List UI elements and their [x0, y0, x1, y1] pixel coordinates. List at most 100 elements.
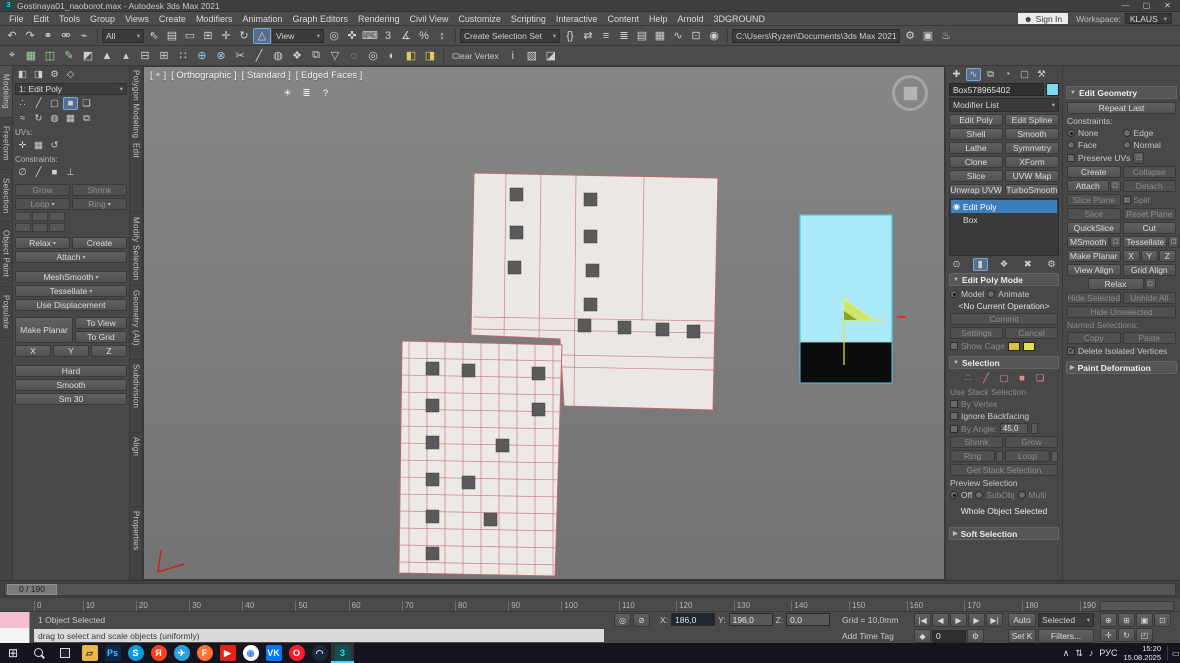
menu-item[interactable]: Create — [154, 14, 191, 24]
quickslice-button[interactable]: QuickSlice — [1067, 222, 1121, 234]
create-button[interactable]: Create — [72, 237, 127, 249]
border-mode-icon[interactable]: ▢ — [47, 97, 62, 110]
settings-button[interactable]: Settings — [950, 327, 1003, 339]
menu-item[interactable]: Customize — [453, 14, 506, 24]
time-slider-track[interactable]: 0 / 190 — [4, 583, 1176, 596]
loop-button[interactable]: Loop — [15, 198, 70, 210]
taskbar-3dsmax-icon[interactable]: 3 — [331, 643, 354, 663]
hard-edges-button[interactable]: Hard — [15, 365, 127, 377]
chamfer-icon[interactable]: ◩ — [79, 48, 97, 64]
cage-selected-color-swatch[interactable] — [1023, 342, 1035, 351]
menu-item[interactable]: Tools — [54, 14, 85, 24]
menu-item[interactable]: Interactive — [551, 14, 603, 24]
value-spinner[interactable] — [49, 223, 65, 232]
by-angle-checkbox[interactable] — [950, 425, 958, 433]
ribbon-section-label[interactable]: Geometry (All) — [130, 286, 142, 359]
play-icon[interactable]: ▶ — [950, 613, 967, 627]
visibility-eye-icon[interactable]: ◉ — [953, 202, 960, 211]
angle-spinner[interactable] — [1031, 423, 1038, 434]
swift-loop-icon[interactable]: ◫ — [41, 48, 59, 64]
language-indicator[interactable]: РУС — [1099, 648, 1117, 658]
detach-button[interactable]: Detach — [1123, 180, 1177, 192]
taskbar-photoshop-icon[interactable]: Ps — [101, 643, 124, 663]
use-stack-selection-label[interactable]: Use Stack Selection — [950, 387, 1026, 397]
render-setup-icon[interactable]: ⚙ — [901, 28, 919, 44]
ribbon-section-label[interactable]: Properties — [130, 507, 142, 580]
key-mode-toggle[interactable]: ◆ — [914, 629, 931, 643]
ring-button[interactable]: Ring — [950, 450, 995, 462]
z-value-field[interactable]: 0,0 — [786, 613, 830, 626]
preview-selection-icon[interactable]: ◧ — [15, 68, 30, 81]
preview-multi-radio[interactable] — [1018, 491, 1026, 499]
selection-lock-icon[interactable]: ⊘ — [633, 613, 650, 627]
schematic-view-icon[interactable]: ⊡ — [687, 28, 705, 44]
polygon-modeling-icon[interactable]: ▦ — [22, 48, 40, 64]
modifier-preset-button[interactable]: TurboSmooth — [1005, 184, 1059, 196]
open-uv-editor-icon[interactable]: ▦ — [31, 139, 46, 152]
object-color-swatch[interactable] — [1046, 83, 1059, 96]
make-planar-button[interactable]: Make Planar — [1067, 250, 1121, 262]
ribbon-pin-icon[interactable]: ◇ — [63, 68, 78, 81]
reset-uvs-icon[interactable]: ↺ — [47, 139, 62, 152]
mirror-icon[interactable]: ⇄ — [579, 28, 597, 44]
y-value-field[interactable]: 196,0 — [729, 613, 773, 626]
preview-subobj-radio[interactable] — [975, 491, 983, 499]
quickslice-icon[interactable]: ╱ — [250, 48, 268, 64]
ring-button[interactable]: Ring — [72, 198, 127, 210]
bind-to-space-warp-icon[interactable]: ⌁ — [75, 28, 93, 44]
preserve-uvs-checkbox[interactable] — [1067, 154, 1075, 162]
channel-info-icon[interactable]: i — [504, 48, 522, 64]
angle-snap-icon[interactable]: ∡ — [397, 28, 415, 44]
target-weld-icon[interactable]: ⊗ — [212, 48, 230, 64]
edit-geometry-rollout[interactable]: Edit Geometry — [1066, 86, 1177, 99]
ribbon-section-label[interactable]: Align — [130, 433, 142, 506]
create-tab-icon[interactable]: ✚ — [949, 68, 964, 81]
go-to-end-icon[interactable]: ▶| — [986, 613, 1003, 627]
menu-item[interactable]: 3DGROUND — [709, 14, 771, 24]
display-tab-icon[interactable]: ▢ — [1017, 68, 1032, 81]
ignore-backfacing-icon[interactable]: ◐ — [383, 48, 401, 64]
polygon-subobject-icon[interactable]: ■ — [1015, 372, 1030, 385]
planar-x-button[interactable]: X — [1123, 250, 1140, 262]
keyboard-override-icon[interactable]: ⌨ — [361, 28, 379, 44]
model-radio[interactable] — [950, 290, 958, 298]
cut-icon[interactable]: ✂ — [231, 48, 249, 64]
modifier-preset-button[interactable]: Edit Poly — [949, 114, 1003, 126]
slice-button[interactable]: Slice — [1067, 208, 1121, 220]
ribbon-toggle-icon[interactable]: ▦ — [651, 28, 669, 44]
tessellate-options-button[interactable]: □ — [1168, 236, 1179, 248]
detach-icon[interactable]: ⧉ — [307, 48, 325, 64]
pan-icon[interactable]: ✛ — [1100, 628, 1117, 642]
menu-item[interactable]: Arnold — [673, 14, 709, 24]
bridge-icon[interactable]: ∷ — [174, 48, 192, 64]
modifier-preset-button[interactable]: UVW Map — [1005, 170, 1059, 182]
orbit-icon[interactable]: ↻ — [1118, 628, 1135, 642]
zoom-all-icon[interactable]: ⊞ — [1118, 613, 1135, 627]
constraint-normal-icon[interactable]: ⊥ — [63, 166, 78, 179]
add-time-tag[interactable]: Add Time Tag — [842, 631, 894, 641]
taskbar-youtube-icon[interactable]: ▶ — [216, 643, 239, 663]
isolate-selection-icon[interactable]: ◎ — [614, 613, 631, 627]
grow-button[interactable]: Grow — [15, 184, 70, 196]
constraint-edge-radio[interactable] — [1123, 129, 1131, 137]
make-planar-x-button[interactable]: X — [15, 345, 51, 357]
modifier-stack[interactable]: ◉ Edit Poly ◉ Box — [949, 198, 1059, 256]
modifier-preset-button[interactable]: Smooth — [1005, 128, 1059, 140]
time-slider-handle[interactable]: 0 / 190 — [7, 584, 57, 595]
loop-spinner[interactable] — [15, 212, 31, 221]
relax-button[interactable]: Relax — [15, 237, 70, 249]
angle-value-field[interactable]: 45,0 — [1000, 423, 1028, 434]
shaded-faces-toggle-icon[interactable]: ◧ — [402, 48, 420, 64]
ribbon-tab[interactable]: Selection — [0, 170, 12, 223]
snaps-toggle-icon[interactable]: 3 — [379, 28, 397, 44]
volume-icon[interactable]: ♪ — [1089, 648, 1094, 658]
viewport-lighting-icon[interactable]: ☀ — [280, 87, 295, 100]
scene-explorer-icon[interactable]: ≣ — [615, 28, 633, 44]
ribbon-tab[interactable]: Object Paint — [0, 222, 12, 286]
hide-selected-button[interactable]: Hide Selected — [1067, 292, 1121, 304]
make-planar-z-button[interactable]: Z — [91, 345, 127, 357]
hierarchy-tab-icon[interactable]: ⧉ — [983, 68, 998, 81]
ignore-backfacing-checkbox[interactable] — [950, 412, 958, 420]
maximize-button[interactable]: ▢ — [1138, 0, 1155, 11]
menu-item[interactable]: Rendering — [353, 14, 405, 24]
